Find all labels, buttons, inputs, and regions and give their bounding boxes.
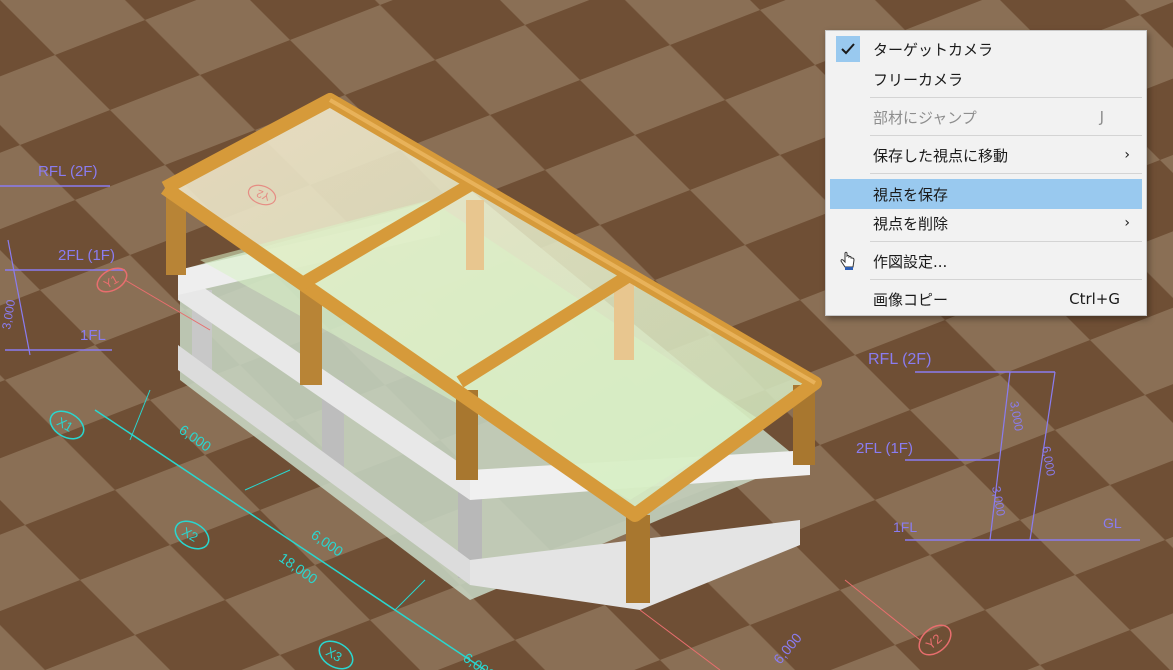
menu-item-drawing-settings[interactable]: 作図設定... [830,247,1142,275]
menu-item-target-camera[interactable]: ターゲットカメラ [830,35,1142,63]
menu-item-copy-image[interactable]: 画像コピー Ctrl+G [830,285,1142,313]
menu-item-free-camera[interactable]: フリーカメラ [830,65,1142,93]
menu-item-shortcut: Ctrl+G [1069,290,1120,308]
upper-column [466,200,484,270]
submenu-arrow-icon: › [1124,147,1130,163]
menu-item-label: 視点を削除 [873,214,949,233]
menu-item-label: 作図設定... [873,252,948,271]
level-label-rfl-right: RFL (2F) [868,351,931,368]
level-label-1fl: 1FL [80,327,106,344]
menu-item-jump-to-member: 部材にジャンプ J [830,103,1142,131]
upper-column [300,290,322,385]
level-label-gl: GL [1103,515,1122,531]
upper-column [614,280,634,360]
menu-separator [870,97,1142,98]
menu-separator [870,135,1142,136]
hand-pointer-icon [836,249,860,273]
menu-separator [870,241,1142,242]
level-label-rfl: RFL (2F) [38,163,97,180]
menu-item-label: フリーカメラ [873,70,964,89]
menu-separator [870,279,1142,280]
menu-item-go-to-saved-view[interactable]: 保存した視点に移動 › [830,141,1142,169]
menu-item-label: 画像コピー [873,290,949,309]
upper-column [626,515,650,603]
menu-item-label: 視点を保存 [873,185,949,204]
menu-item-delete-view[interactable]: 視点を削除 › [830,209,1142,237]
check-icon [836,36,860,62]
menu-item-label: ターゲットカメラ [873,40,994,59]
level-label-1fl-right: 1FL [893,519,917,535]
menu-item-label: 保存した視点に移動 [873,146,1009,165]
level-label-2fl-right: 2FL (1F) [856,440,913,457]
context-menu: ターゲットカメラ フリーカメラ 部材にジャンプ J 保存した視点に移動 › 視点… [825,30,1147,316]
level-label-2fl: 2FL (1F) [58,247,115,264]
menu-item-label: 部材にジャンプ [873,108,977,127]
menu-item-shortcut: J [1099,108,1104,126]
menu-separator [870,173,1142,174]
submenu-arrow-icon: › [1124,215,1130,231]
menu-item-save-view[interactable]: 視点を保存 [830,179,1142,209]
